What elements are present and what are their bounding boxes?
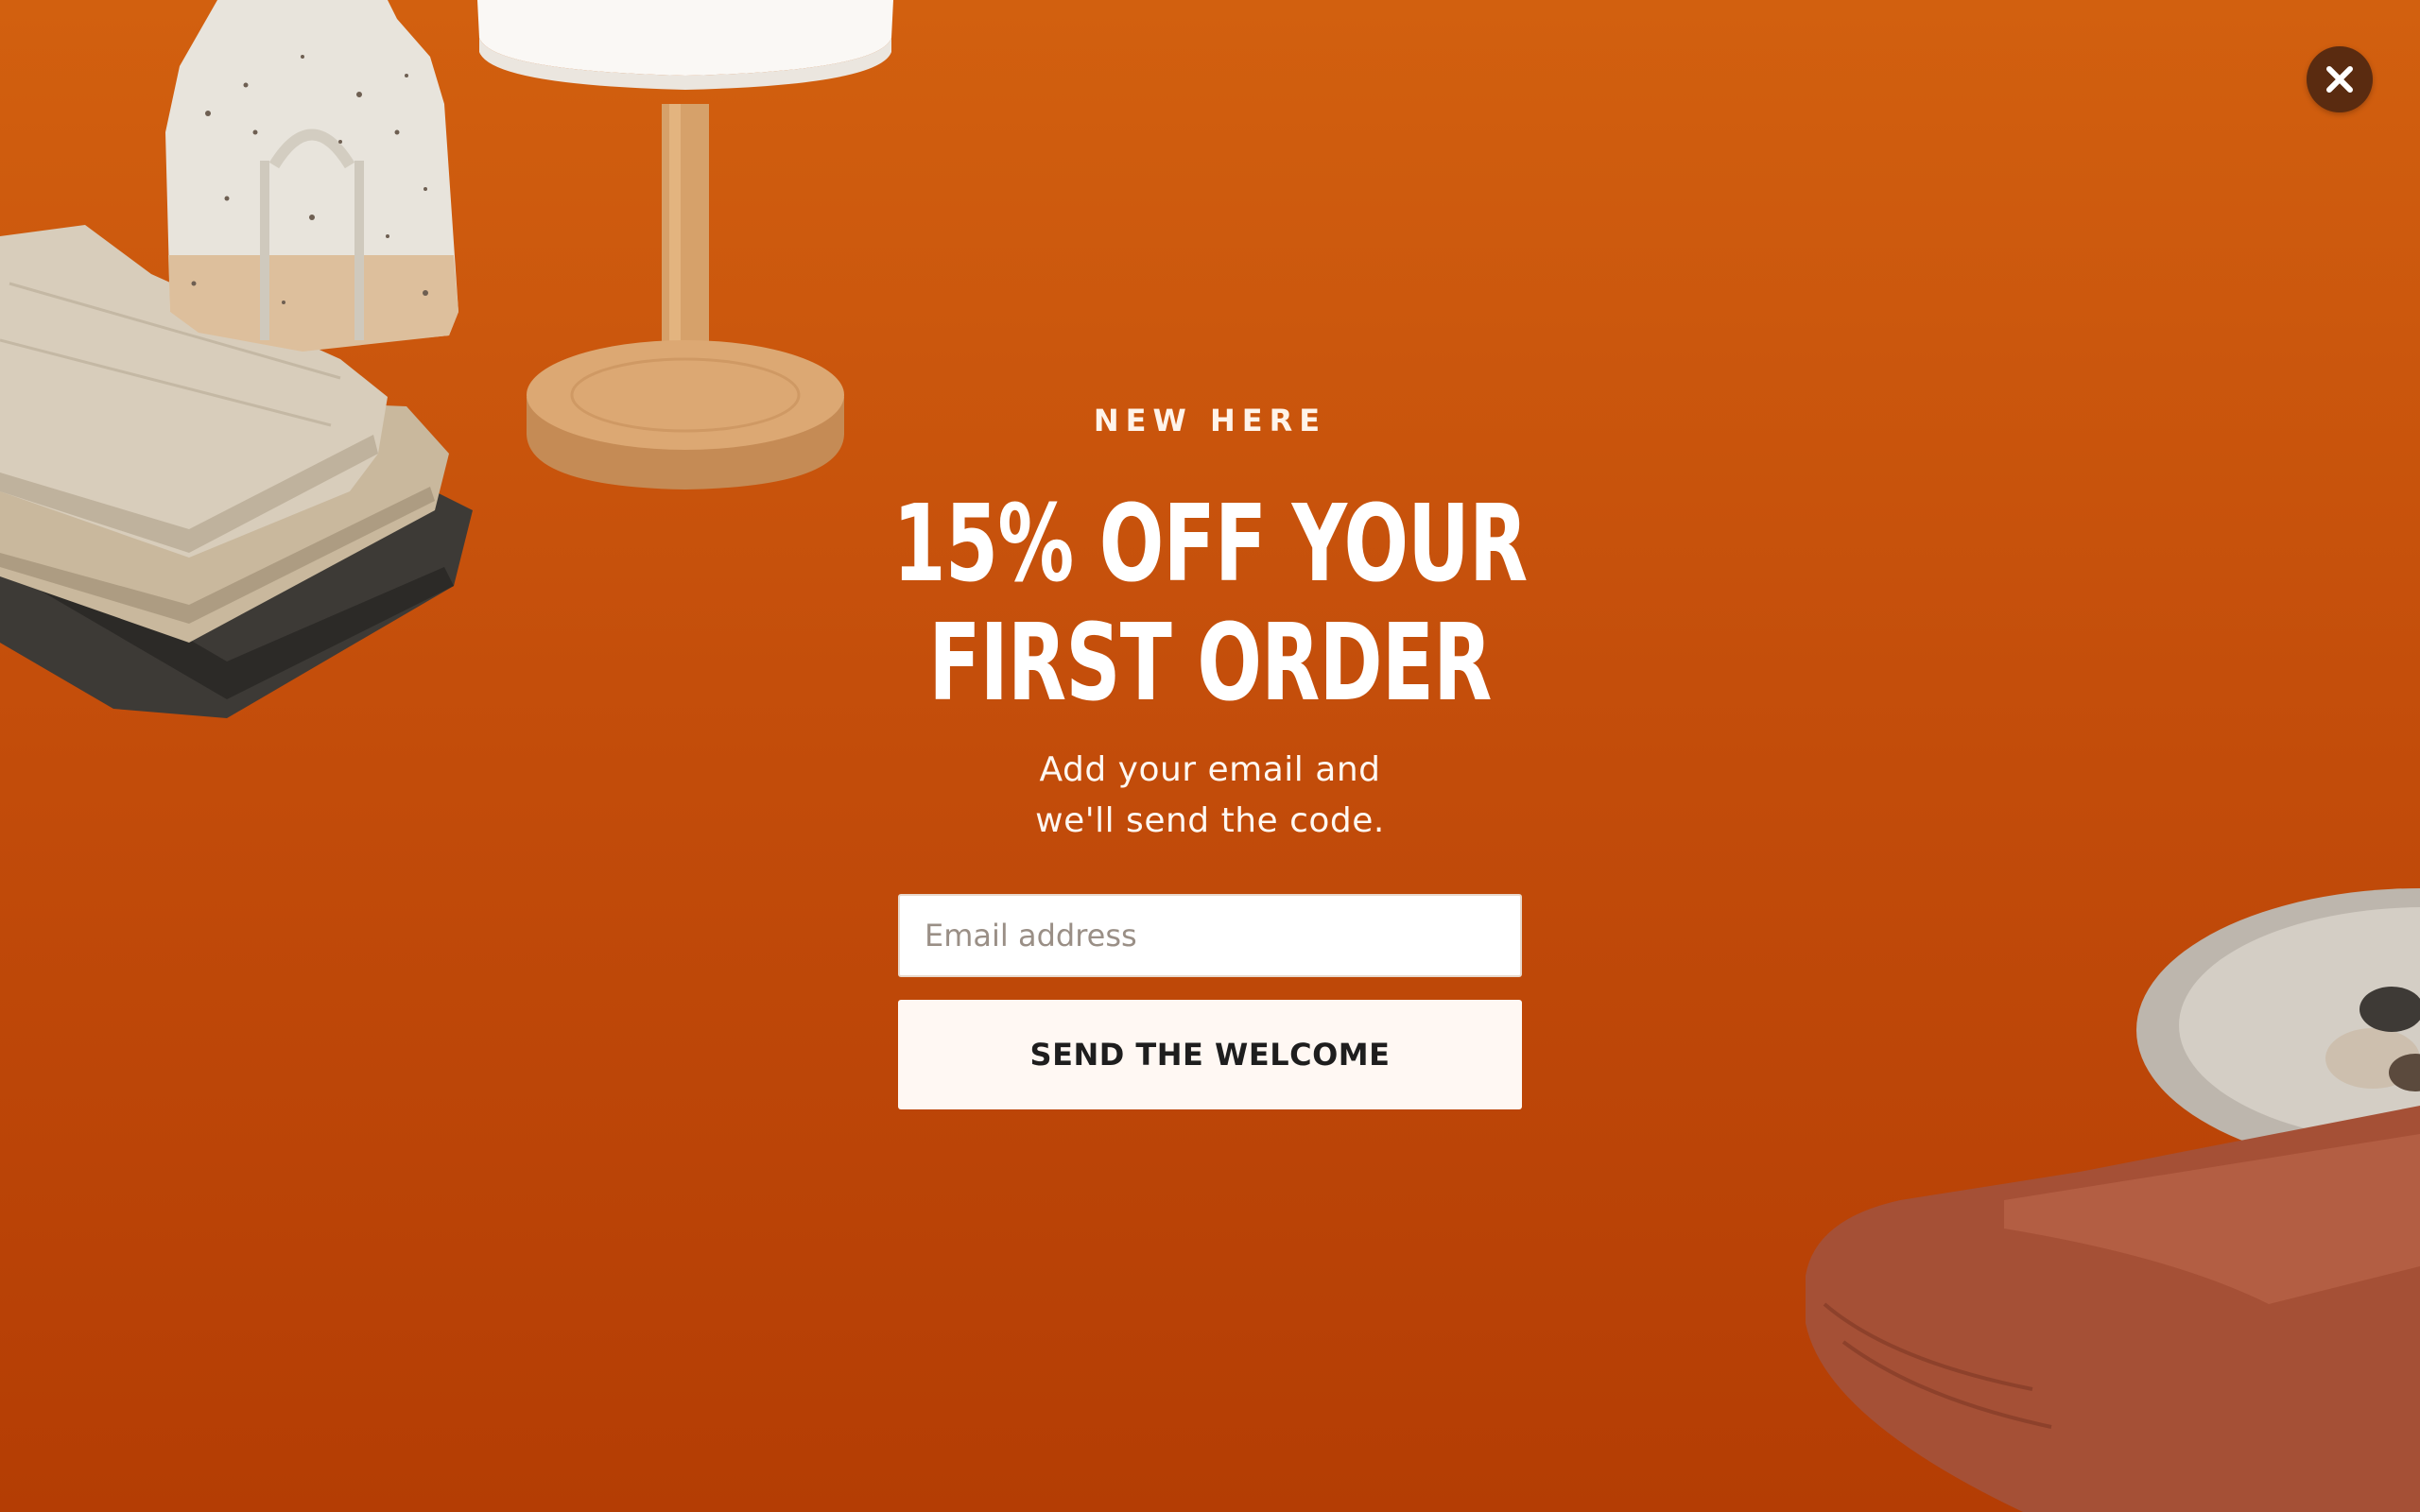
folded-rust-throw <box>1806 1106 2420 1512</box>
close-icon <box>2326 66 2353 93</box>
offer-headline: 15% OFF YOUR FIRST ORDER <box>338 485 2081 723</box>
email-field[interactable] <box>898 894 1522 977</box>
headline-line-2: FIRST ORDER <box>928 602 1492 725</box>
eyebrow-label: NEW HERE <box>1093 403 1327 438</box>
ceramic-vase <box>165 0 458 352</box>
close-button[interactable] <box>2307 46 2373 112</box>
description-line-1: Add your email and <box>1039 750 1381 789</box>
description-line-2: we'll send the code. <box>1035 801 1385 840</box>
offer-description: Add your email and we'll send the code. <box>0 745 2420 847</box>
submit-button[interactable]: SEND THE WELCOME <box>898 1000 1522 1109</box>
headline-line-1: 15% OFF YOUR <box>892 483 1529 606</box>
